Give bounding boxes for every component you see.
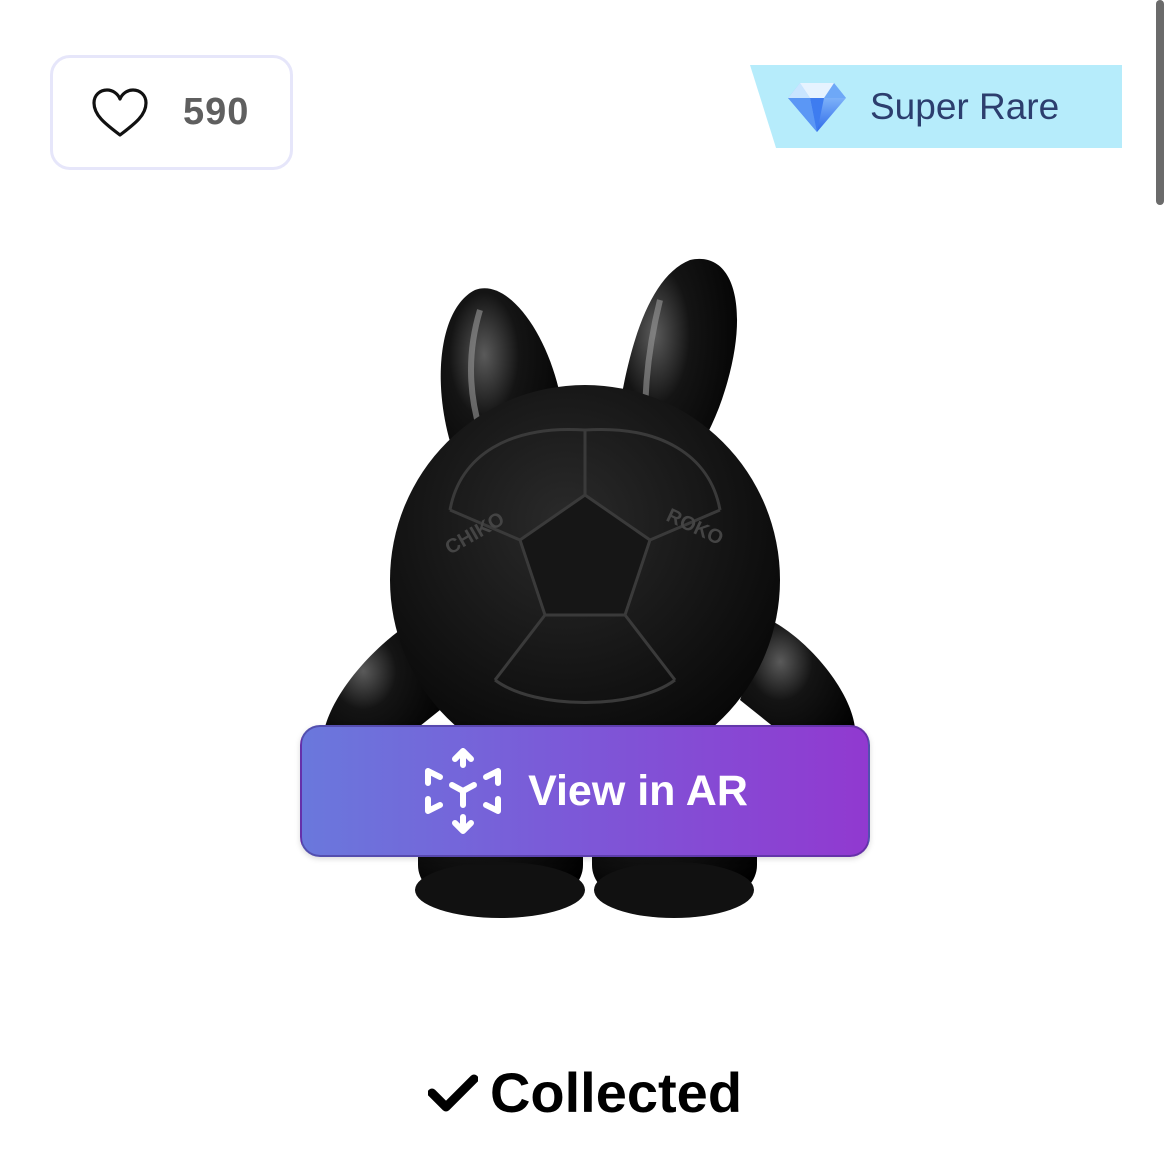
heart-outline-icon [92,87,148,137]
view-in-ar-label: View in AR [528,766,748,815]
ar-cube-icon [425,748,502,834]
collected-status: Collected [0,1060,1170,1125]
status-label: Collected [489,1061,743,1124]
view-in-ar-button[interactable]: View in AR [300,725,870,857]
diamond-icon [788,82,846,132]
like-count: 590 [183,91,250,133]
collectible-detail-page: 590 Super Rare CHIKO ROKO View in AR Col… [0,0,1170,1149]
scrollbar[interactable] [1156,0,1164,205]
rarity-badge: Super Rare [750,65,1122,148]
like-button[interactable]: 590 [50,55,293,170]
rarity-label: Super Rare [870,85,1060,127]
checkmark-icon [427,1074,478,1111]
soccer-ball-body: CHIKO ROKO [390,385,780,775]
